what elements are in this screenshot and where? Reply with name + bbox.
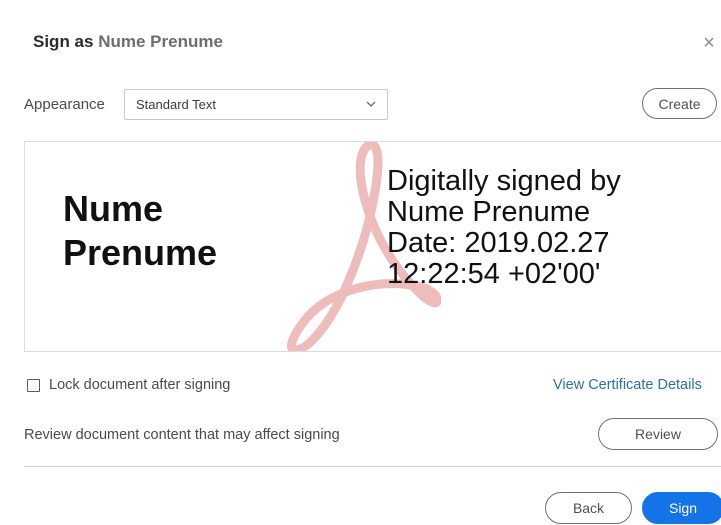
signature-name: Nume Prenume [63, 187, 217, 275]
lock-document-label: Lock document after signing [49, 377, 231, 393]
appearance-label: Appearance [24, 96, 105, 113]
signature-detail-line: 12:22:54 +02'00' [387, 258, 601, 290]
appearance-select[interactable]: Standard Text [124, 89, 388, 120]
close-icon[interactable]: × [700, 32, 718, 54]
back-button[interactable]: Back [545, 492, 632, 524]
review-description: Review document content that may affect … [24, 427, 340, 443]
view-certificate-link[interactable]: View Certificate Details [553, 377, 702, 393]
signer-name: Nume Prenume [98, 32, 223, 51]
title-prefix: Sign as [33, 32, 94, 51]
appearance-selected-value: Standard Text [136, 97, 216, 112]
chevron-down-icon [366, 101, 376, 107]
dialog-title: Sign as Nume Prenume [33, 32, 223, 52]
review-button[interactable]: Review [598, 418, 718, 450]
sign-button[interactable]: Sign [642, 492, 721, 524]
signature-detail-line: Digitally signed by [387, 165, 621, 197]
signature-preview: Nume Prenume Digitally signed by Nume Pr… [24, 141, 721, 352]
sign-dialog: Sign as Nume Prenume × Appearance Standa… [0, 0, 721, 525]
signature-detail-line: Date: 2019.02.27 [387, 227, 610, 259]
footer-divider [24, 466, 721, 467]
signature-detail-line: Nume Prenume [387, 196, 591, 228]
signature-name-line1: Nume [63, 188, 164, 229]
signature-name-line2: Prenume [63, 232, 218, 273]
lock-document-checkbox[interactable] [27, 378, 40, 392]
create-button[interactable]: Create [642, 88, 717, 119]
signature-details: Digitally signed by Nume Prenume Date: 2… [387, 166, 621, 290]
lock-document-option[interactable]: Lock document after signing [27, 375, 230, 395]
